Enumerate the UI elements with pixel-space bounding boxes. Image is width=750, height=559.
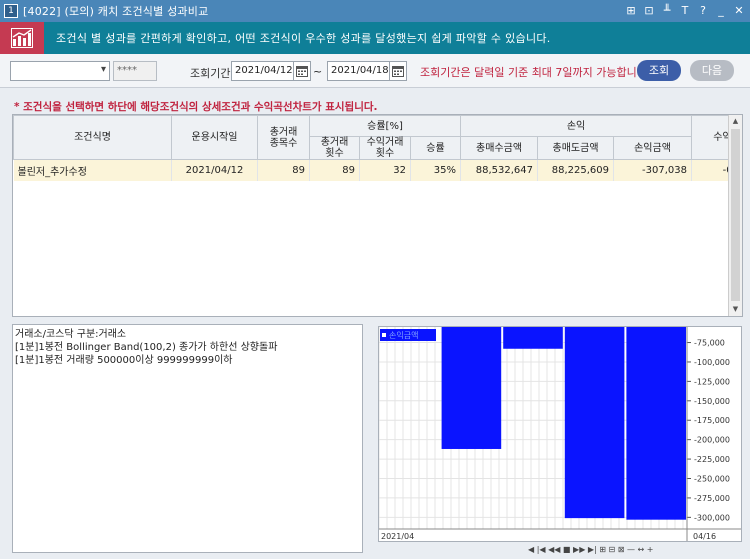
detail-line: [1분]1봉전 거래량 500000이상 999999999이하 <box>15 355 233 366</box>
scroll-thumb[interactable] <box>731 129 740 301</box>
pin-icon[interactable]: ╨ <box>660 3 674 18</box>
y-tick-label: -125,000 <box>694 377 730 386</box>
col-pnl[interactable]: 손익금액 <box>613 136 693 160</box>
detail-line: [1분]1봉전 Bollinger Band(100,2) 종가가 하한선 상향… <box>15 342 278 353</box>
cell-win-rate: 35% <box>410 159 462 181</box>
password-field[interactable]: **** <box>113 61 157 81</box>
chart-controls: ◀ |◀ ◀◀ ■ ▶▶ ▶| ⊞ ⊟ ⊠ — ↔ + <box>378 542 742 557</box>
legend-marker <box>382 333 386 337</box>
copy-icon[interactable]: ⊡ <box>642 3 656 18</box>
y-tick-label: -250,000 <box>694 475 730 484</box>
chevron-down-icon: ▾ <box>100 64 106 75</box>
start-date-input[interactable]: 2021/04/12 <box>231 61 295 81</box>
cell-buy-total: 88,532,647 <box>460 159 539 181</box>
y-tick-label: -200,000 <box>694 436 730 445</box>
cell-name: 볼린저_추가수정 <box>13 159 172 181</box>
col-group-win-rate: 승률[%] <box>308 115 462 137</box>
date-separator: ~ <box>313 65 323 78</box>
cell-profit-trades: 32 <box>359 159 411 181</box>
info-banner: 조건식 별 성과를 간편하게 확인하고, 어떤 조건식이 우수한 성과를 달성했… <box>0 22 750 54</box>
x-start-label: 2021/04 <box>381 532 414 541</box>
banner-text: 조건식 별 성과를 간편하게 확인하고, 어떤 조건식이 우수한 성과를 달성했… <box>56 32 551 45</box>
scroll-down-icon[interactable]: ▼ <box>729 303 742 316</box>
cell-total-trades: 89 <box>309 159 360 181</box>
calendar-icon[interactable] <box>389 61 407 81</box>
col-group-pnl: 손익 <box>460 115 693 137</box>
y-tick-label: -225,000 <box>694 455 730 464</box>
col-start-date[interactable]: 운용시작일 <box>171 115 258 160</box>
minimize-button[interactable]: _ <box>714 3 728 18</box>
col-profit-trades[interactable]: 수익거래 횟수 <box>359 136 411 160</box>
calendar-icon[interactable] <box>293 61 311 81</box>
window-title: [4022] (모의) 캐치 조건식별 성과비교 <box>23 5 209 18</box>
detail-line: 거래소/코스닥 구분:거래소 <box>15 329 127 340</box>
end-date-input[interactable]: 2021/04/18 <box>327 61 391 81</box>
chart-svg: -75,000 -100,000 -125,000 -150,000 -175,000 -… <box>378 327 741 541</box>
col-win-rate[interactable]: 승률 <box>409 136 462 160</box>
col-buy-total[interactable]: 총매수금액 <box>460 136 539 160</box>
col-condition-name[interactable]: 조건식명 <box>13 115 172 160</box>
y-tick-label: -275,000 <box>694 494 730 503</box>
y-tick-label: -300,000 <box>694 513 730 522</box>
x-end-label: 04/16 <box>693 532 716 541</box>
cell-pnl: -307,038 <box>613 159 693 181</box>
search-toolbar: ▾ **** 조회기간 2021/04/12 ~ 2021/04/18 조회기간… <box>0 54 750 88</box>
query-button[interactable]: 조회 <box>637 60 681 81</box>
profit-curve-chart[interactable]: -75,000 -100,000 -125,000 -150,000 -175,000 -… <box>378 326 742 542</box>
results-grid[interactable]: 조건식명 운용시작일 총거래 종목수 승률[%] 손익 수익률 총거래 횟수 수익거… <box>12 114 743 317</box>
grid-scrollbar[interactable]: ▲ ▼ <box>728 115 742 316</box>
condition-detail: 거래소/코스닥 구분:거래소 [1분]1봉전 Bollinger Band(10… <box>12 324 363 553</box>
col-total-trades[interactable]: 총거래 횟수 <box>309 136 360 160</box>
chart-bar <box>626 327 686 520</box>
cell-sell-total: 88,225,609 <box>537 159 615 181</box>
link-icon[interactable]: ⊞ <box>624 3 638 18</box>
results-table: 조건식명 운용시작일 총거래 종목수 승률[%] 손익 수익률 총거래 횟수 수익거… <box>13 115 742 181</box>
chart-bar <box>441 327 502 449</box>
cell-total-codes: 89 <box>257 159 310 181</box>
bar-chart-icon <box>0 22 44 54</box>
y-tick-label: -75,000 <box>694 339 725 348</box>
y-tick-label: -150,000 <box>694 397 730 406</box>
scroll-up-icon[interactable]: ▲ <box>729 115 742 128</box>
table-row[interactable]: 볼린저_추가수정 2021/04/12 89 89 32 35% 88,532,… <box>13 159 742 181</box>
y-tick-label: -175,000 <box>694 416 730 425</box>
account-dropdown[interactable]: ▾ <box>10 61 110 81</box>
selection-hint: * 조건식을 선택하면 하단에 해당조건식의 상세조건과 수익곡선차트가 표시됩… <box>14 101 378 113</box>
font-icon[interactable]: T <box>678 3 692 18</box>
chart-bar <box>564 327 625 519</box>
next-button[interactable]: 다음 <box>690 60 734 81</box>
help-icon[interactable]: ? <box>696 3 710 18</box>
close-button[interactable]: ✕ <box>732 3 746 18</box>
col-total-codes[interactable]: 총거래 종목수 <box>257 115 310 160</box>
chart-bar <box>503 327 563 349</box>
col-sell-total[interactable]: 총매도금액 <box>537 136 615 160</box>
y-tick-label: -100,000 <box>694 358 730 367</box>
period-notice: 조회기간은 달력일 기준 최대 7일까지 가능합니다. <box>420 66 651 79</box>
chart-nav-icons[interactable]: ◀ |◀ ◀◀ ■ ▶▶ ▶| ⊞ ⊟ ⊠ — ↔ + <box>528 545 654 554</box>
window-icon: 1 <box>4 4 18 18</box>
period-label: 조회기간 <box>190 67 231 80</box>
cell-start: 2021/04/12 <box>171 159 258 181</box>
window-controls: ⊞ ⊡ ╨ T ? _ ✕ <box>624 3 746 18</box>
legend-label: 손익금액 <box>389 330 418 340</box>
title-bar: 1 [4022] (모의) 캐치 조건식별 성과비교 ⊞ ⊡ ╨ T ? _ ✕ <box>0 0 750 22</box>
